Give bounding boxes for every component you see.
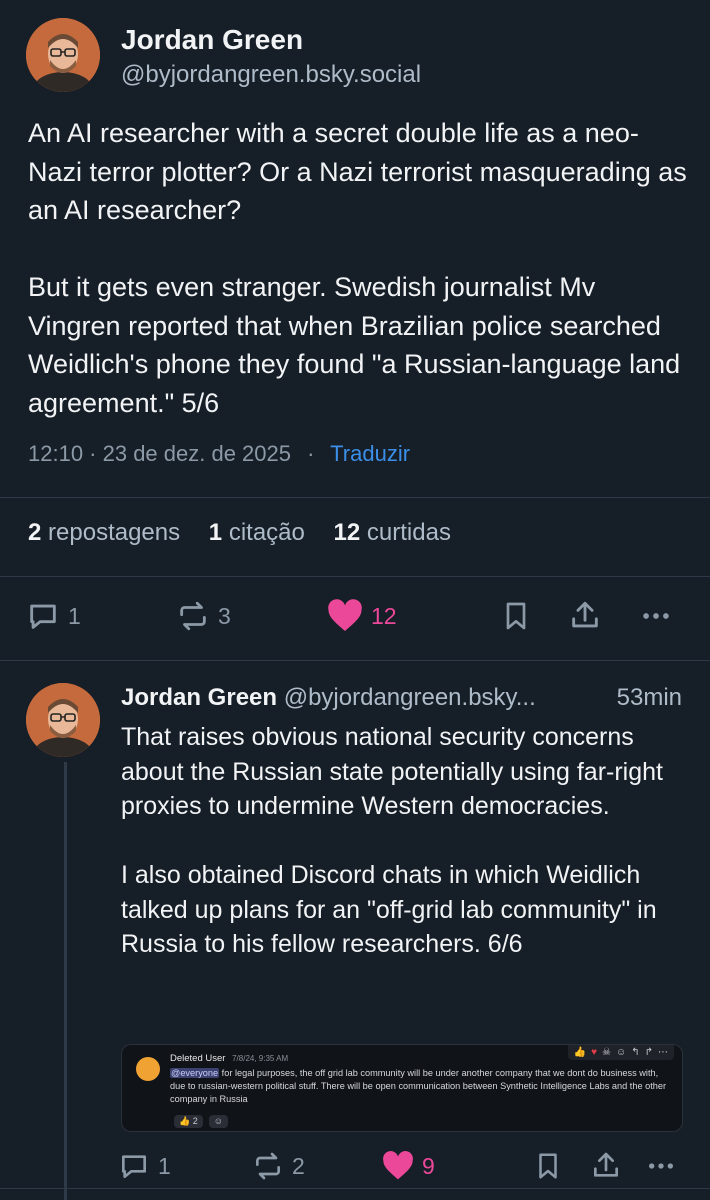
discord-screenshot-embed[interactable]: Deleted User 7/8/24, 9:35 AM @everyone f… [121, 1044, 683, 1132]
share-button[interactable] [568, 599, 602, 633]
thread-line [64, 762, 67, 1200]
discord-reactions: 👍 2 ☺ [174, 1115, 228, 1128]
reposts-label: repostagens [48, 519, 181, 546]
share-icon [572, 601, 598, 628]
reply-timestamp[interactable]: 53min [617, 684, 682, 712]
more-icon [643, 613, 669, 619]
emoji-icon: ☺ [616, 1047, 627, 1058]
repost-icon [180, 601, 206, 631]
reply-author-name: Jordan Green [121, 684, 278, 711]
skull-icon: ☠ [602, 1047, 611, 1058]
bookmark-button[interactable] [533, 1150, 563, 1182]
author-handle[interactable]: @byjordangreen.bsky.social [121, 61, 421, 89]
translate-link[interactable]: Traduzir [330, 441, 410, 466]
quotes-count: 1 [208, 519, 223, 546]
reply-button[interactable]: 1 [26, 599, 81, 633]
reply-count: 1 [158, 1152, 171, 1179]
likes-stat[interactable]: 12 curtidas [334, 519, 451, 546]
discord-mention: @everyone [170, 1068, 220, 1078]
next-post-edge [0, 1188, 710, 1200]
repost-count: 3 [218, 602, 231, 629]
thumbs-up-reaction: 👍 2 [174, 1115, 203, 1128]
repost-count: 2 [292, 1152, 305, 1179]
likes-label: curtidas [366, 519, 451, 546]
divider [0, 497, 710, 498]
heart-icon [383, 1151, 413, 1180]
more-options-button[interactable] [644, 1150, 678, 1182]
repost-button[interactable]: 2 [252, 1150, 305, 1182]
quotes-label: citação [228, 519, 305, 546]
discord-toolbar: 👍 ♥ ☠ ☺ ↰ ↱ ⋯ [567, 1045, 674, 1060]
discord-time: 7/8/24, 9:35 AM [232, 1054, 289, 1063]
reply-button[interactable]: 1 [118, 1150, 171, 1182]
more-icon: ⋯ [658, 1047, 668, 1058]
add-reaction-icon: ☺ [208, 1115, 228, 1128]
forward-icon: ↱ [644, 1047, 653, 1058]
bookmark-icon [539, 1153, 557, 1179]
post-timestamp[interactable]: 12:10 · 23 de dez. de 2025 [28, 441, 291, 466]
like-button[interactable]: 12 [327, 599, 397, 633]
meta-separator: · [307, 441, 315, 466]
more-icon [649, 1163, 673, 1169]
likes-count: 12 [333, 519, 361, 546]
repost-button[interactable]: 3 [176, 599, 231, 633]
quotes-stat[interactable]: 1 citação [209, 519, 305, 546]
post-text: An AI researcher with a secret double li… [28, 118, 687, 418]
bookmark-icon [506, 602, 526, 630]
bookmark-button[interactable] [500, 599, 532, 633]
heart-icon [328, 599, 362, 631]
author-avatar[interactable] [26, 18, 100, 92]
divider [0, 576, 710, 577]
thumbs-up-icon: 👍 [573, 1047, 587, 1058]
share-icon [594, 1152, 618, 1177]
reply-author-handle: @byjordangreen.bsky... [283, 684, 536, 711]
reposts-stat[interactable]: 2 repostagens [28, 519, 180, 546]
discord-message: @everyone for legal purposes, the off gr… [170, 1067, 676, 1106]
reply-text: That raises obvious national security co… [121, 723, 663, 958]
more-options-button[interactable] [638, 599, 674, 633]
like-count: 12 [371, 602, 397, 629]
discord-user: Deleted User 7/8/24, 9:35 AM [170, 1053, 288, 1064]
reply-author-avatar[interactable] [26, 683, 100, 757]
divider [0, 660, 710, 661]
heart-icon: ♥ [591, 1047, 598, 1058]
post-meta: 12:10 · 23 de dez. de 2025 · Traduzir [28, 441, 410, 467]
reply-count: 1 [68, 602, 81, 629]
like-button[interactable]: 9 [382, 1150, 435, 1182]
avatar-image [26, 18, 100, 92]
reply-arrow-icon: ↰ [631, 1047, 640, 1058]
reply-header[interactable]: Jordan Green @byjordangreen.bsky... [121, 684, 536, 712]
author-name[interactable]: Jordan Green [121, 24, 303, 56]
engagement-stats: 2 repostagens 1 citação 12 curtidas [28, 519, 473, 547]
discord-avatar [136, 1057, 160, 1081]
avatar-image [26, 683, 100, 757]
reaction-count: 2 [192, 1116, 198, 1126]
like-count: 9 [422, 1152, 435, 1179]
discord-message-body: for legal purposes, the off grid lab com… [170, 1068, 667, 1104]
share-button[interactable] [590, 1150, 622, 1182]
repost-icon [255, 1152, 280, 1180]
reply-icon [30, 604, 56, 629]
reposts-count: 2 [28, 519, 42, 546]
reply-icon [122, 1155, 146, 1178]
discord-username: Deleted User [170, 1053, 226, 1064]
